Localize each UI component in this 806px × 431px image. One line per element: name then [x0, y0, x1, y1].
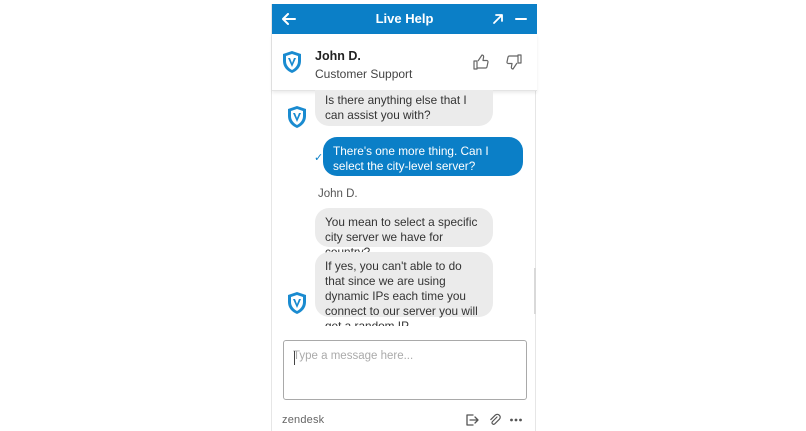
shield-logo-icon: [283, 51, 301, 73]
user-message: There's one more thing. Can I select the…: [323, 137, 523, 176]
agent-info-bar: John D. Customer Support: [272, 34, 537, 91]
message-list[interactable]: Is there anything else that I can assist…: [272, 90, 537, 326]
agent-message: If yes, you can't able to do that since …: [315, 252, 493, 326]
paperclip-icon[interactable]: [488, 413, 502, 427]
zendesk-brand[interactable]: zendesk: [282, 414, 324, 426]
sent-check-icon: ✓: [314, 152, 324, 164]
agent-message: You mean to select a specific city serve…: [315, 208, 493, 259]
chat-header: Live Help: [272, 4, 537, 34]
agent-message: Is there anything else that I can assist…: [315, 90, 493, 126]
chat-footer: zendesk: [272, 410, 537, 431]
minimize-button[interactable]: [510, 8, 532, 30]
end-chat-icon[interactable]: [465, 413, 479, 427]
minus-icon: [515, 18, 527, 20]
agent-sender-label: John D.: [318, 188, 358, 200]
message-input[interactable]: [284, 341, 526, 399]
thumbs-up-icon[interactable]: [471, 52, 491, 72]
more-icon[interactable]: [509, 413, 523, 427]
scrollbar[interactable]: [534, 268, 536, 314]
thumbs-down-icon[interactable]: [504, 52, 524, 72]
message-composer[interactable]: [283, 340, 527, 400]
agent-role: Customer Support: [315, 67, 413, 81]
text-caret: [294, 351, 295, 365]
popout-button[interactable]: [487, 8, 509, 30]
shield-logo-icon: [288, 292, 306, 314]
shield-logo-icon: [288, 106, 306, 128]
live-help-widget: Live Help John D. Customer Support Is th…: [271, 4, 537, 431]
arrow-up-right-icon: [493, 14, 503, 24]
agent-name: John D.: [315, 49, 361, 63]
